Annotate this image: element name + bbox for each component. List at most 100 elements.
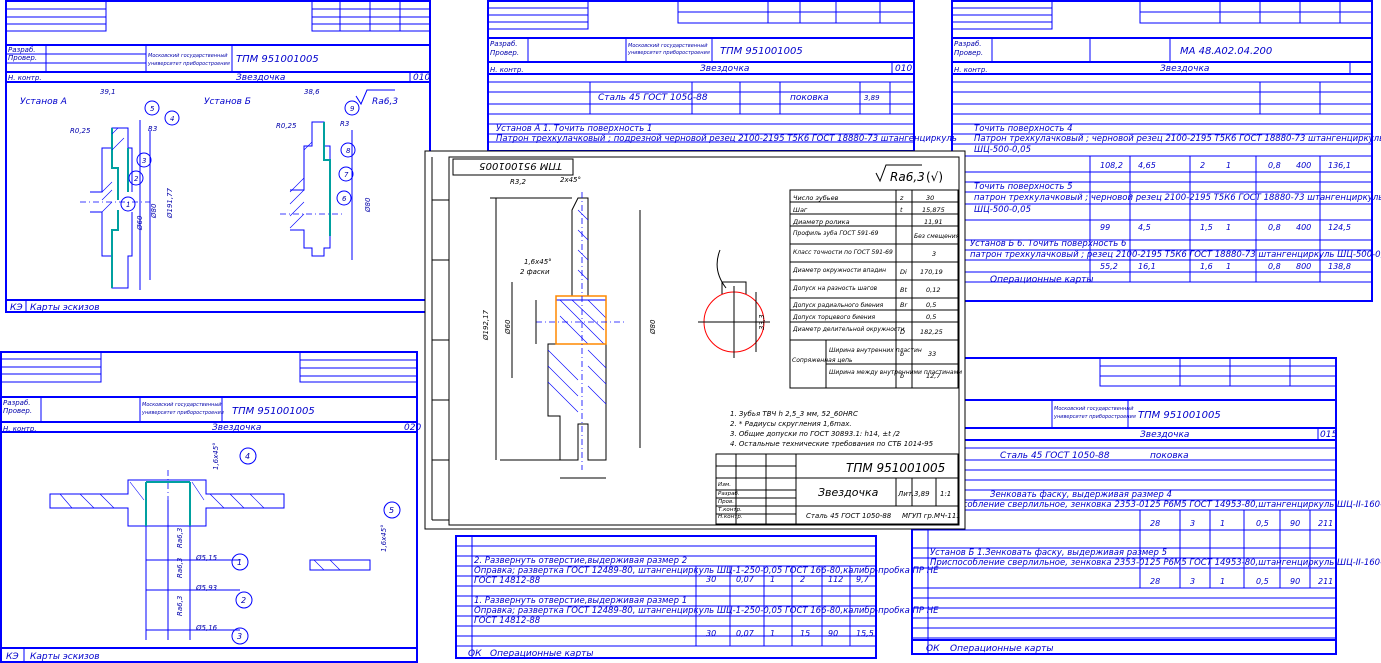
svg-text:Допуск на разность шагов: Допуск на разность шагов [792,285,878,292]
svg-text:1: 1 [1226,161,1231,170]
svg-text:2. * Радиусы скругления 1,6max: 2. * Радиусы скругления 1,6max. [730,420,852,428]
svg-text:15: 15 [800,629,810,638]
svg-text:55,2: 55,2 [1100,262,1118,271]
svg-text:15,875: 15,875 [922,206,945,214]
svg-text:Ø192,17: Ø192,17 [482,309,490,341]
svg-text:1: 1 [1220,577,1225,586]
drawing-title: Звездочка [818,486,879,499]
svg-text:33,3: 33,3 [758,314,766,330]
svg-text:2: 2 [241,596,246,605]
svg-text:Лит.: Лит. [897,490,914,498]
svg-text:Класс точности по ГОСТ 591-69: Класс точности по ГОСТ 591-69 [793,249,893,256]
svg-text:0,5: 0,5 [1256,577,1269,586]
svg-text:2: 2 [1200,161,1205,170]
doc-code: МА 48.А02.04.200 [1180,46,1272,57]
svg-text:Разраб.: Разраб. [490,40,518,48]
svg-text:Ø80: Ø80 [364,197,372,213]
part-name: Звездочка [700,64,749,74]
svg-text:4: 4 [170,115,174,123]
sheet-bottom-right: Московский государственный университет п… [911,357,1381,655]
svg-text:Bt: Bt [900,286,907,294]
svg-text:Ø60: Ø60 [504,319,512,335]
svg-text:ГОСТ 14812-88: ГОСТ 14812-88 [474,616,541,626]
svg-text:Провер.: Провер. [3,407,32,415]
org-name: Московский государственный [148,53,228,59]
svg-text:R0,25: R0,25 [276,122,297,130]
svg-text:2: 2 [134,175,139,183]
svg-text:Приспособление сверлильное, зе: Приспособление сверлильное, зенковка 235… [930,558,1381,568]
svg-text:0,8: 0,8 [1268,161,1281,170]
part-name: Звездочка [1160,64,1209,74]
svg-text:3: 3 [932,250,936,258]
svg-text:Пров.: Пров. [718,499,734,505]
row-values-1: 108,2 4,65 2 1 0,8 400 136,1 [1100,161,1351,170]
svg-text:1,6: 1,6 [1200,262,1213,271]
svg-text:1: 1 [126,201,130,209]
svg-text:0,5: 0,5 [1256,519,1269,528]
group-code: МГУП гр.МЧ-111 [902,512,961,520]
sheet-center-drawing[interactable]: ТПМ 951001005 Ra6,3 (√) R3,2 1,6х45° 2 ф… [424,150,966,530]
svg-text:39,1: 39,1 [100,88,116,96]
material: Сталь 45 ГОСТ 1050-88 [598,93,708,103]
svg-text:8: 8 [346,147,351,155]
row-values-3: 55,2 16,1 1,6 1 0,8 800 138,8 [1100,262,1351,271]
svg-text:университет приборостроения: университет приборостроения [147,61,230,67]
drawing-canvas: Разраб. Провер. Н. контр. Московский гос… [0,0,1381,663]
svg-text:38,6: 38,6 [304,88,320,96]
svg-text:R0,25: R0,25 [70,127,91,135]
footer-title: Карты эскизов [30,303,100,313]
group-label: Сопряженная цепь [792,357,853,364]
sheet-bottom-left: Разраб. Провер. Н. контр. Московский гос… [0,351,421,663]
svg-text:t: t [900,206,903,214]
svg-text:30: 30 [706,575,716,584]
svg-text:Провер.: Провер. [490,49,519,57]
svg-text:3,89: 3,89 [864,94,880,102]
blank-type: поковка [790,93,829,103]
svg-text:(√): (√) [926,170,943,184]
svg-text:Число зубьев: Число зубьев [793,194,839,202]
svg-text:R3,2: R3,2 [510,178,527,186]
svg-text:Зенковать фаску, выдерживая р: Зенковать фаску, выдерживая размер 4 [990,490,1172,500]
svg-text:800: 800 [1296,262,1311,271]
svg-text:b: b [900,372,904,380]
svg-text:0,07: 0,07 [736,629,755,638]
svg-text:Di: Di [900,268,907,276]
svg-text:99: 99 [1100,223,1110,232]
svg-text:Ширина между внутренними пласт: Ширина между внутренними пластинами [829,369,962,376]
svg-text:9,7: 9,7 [856,575,870,584]
svg-text:Шаг: Шаг [793,206,808,214]
svg-text:Диаметр делительной окружности: Диаметр делительной окружности [792,326,905,333]
svg-text:Допуск радиального биения: Допуск радиального биения [792,302,884,309]
row-values-1: 28 3 1 0,5 90 211 [1150,519,1333,528]
part-section-a: 39,1 R0,25 R3 Ø80 Ø60 Ø191,77 5 4 3 2 1 [70,88,180,290]
svg-text:Н. контр.: Н. контр. [490,66,524,74]
svg-text:Диаметр окружности впадин: Диаметр окружности впадин [792,267,886,274]
svg-text:2: 2 [800,575,805,584]
svg-text:Разраб.: Разраб. [718,491,740,497]
svg-text:Точить поверхность 4: Точить поверхность 4 [974,124,1073,134]
svg-text:4: 4 [245,452,250,461]
row-checker: Провер. [8,54,37,62]
svg-text:7: 7 [344,171,349,179]
svg-text:университет приборостроения: университет приборостроения [141,410,224,416]
part-section-b: 38,6 R0,25 R3 Ø80 9 8 7 6 [276,88,372,260]
svg-text:Ширина внутренних пластин: Ширина внутренних пластин [829,347,922,354]
doc-code: ТПМ 951001005 [236,54,319,65]
op-tools-1: Патрон трехкулачковый ; подрезной чернов… [496,134,957,144]
svg-text:11,91: 11,91 [924,218,943,226]
doc-code: ТПМ 951001005 [720,46,803,57]
svg-text:211: 211 [1318,519,1333,528]
svg-text:3: 3 [1190,577,1195,586]
svg-text:1. Развернуть отверстие,выдерж: 1. Развернуть отверстие,выдерживая разме… [474,596,687,606]
svg-text:университет приборостроения: университет приборостроения [1053,414,1136,420]
svg-text:Ø191,77: Ø191,77 [166,187,174,219]
svg-text:400: 400 [1296,223,1311,232]
svg-text:ОК: ОК [468,649,482,659]
svg-text:1,6х45°: 1,6х45° [524,258,552,266]
svg-text:Точить поверхность 5: Точить поверхность 5 [974,182,1073,192]
svg-text:0,07: 0,07 [736,575,755,584]
svg-text:Установ Б 6. Точить поверхност: Установ Б 6. Точить поверхность 6 [970,239,1127,249]
svg-text:Допуск торцевого биения: Допуск торцевого биения [792,314,875,321]
svg-text:Патрон трехкулачковый ; чернов: Патрон трехкулачковый ; черновой резец 2… [974,134,1381,144]
svg-text:R3: R3 [340,120,349,128]
